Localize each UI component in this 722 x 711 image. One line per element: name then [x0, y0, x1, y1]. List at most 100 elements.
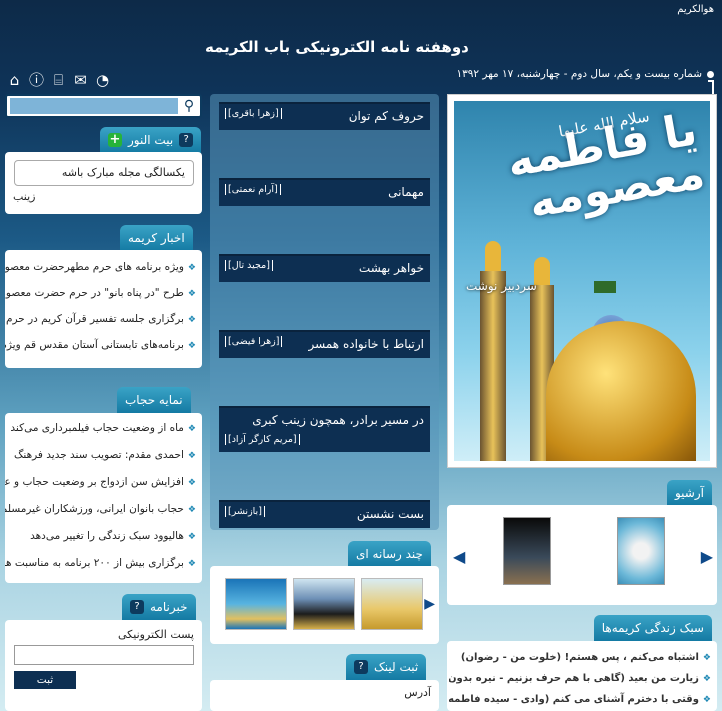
article-title[interactable]: حروف کم توان [349, 109, 424, 123]
add-icon[interactable]: + [108, 133, 122, 147]
bullet-icon: ❖ [187, 505, 196, 515]
list-item-text[interactable]: احمدی مقدم: تصویب سند جدید فرهنگ [14, 449, 184, 461]
lifestyle-title: سبک زندگی کریمه‌ها [601, 621, 704, 635]
article-title[interactable]: ارتباط با خانواده همسر [309, 337, 424, 351]
bullet-icon [707, 70, 714, 78]
article-title[interactable]: در مسیر برادر، همچون زینب کبری [252, 413, 424, 427]
bayt-title: بیت النور [128, 133, 174, 147]
article-item[interactable]: بست نشستن [بازنشر] [219, 500, 430, 528]
help-icon[interactable]: ? [130, 600, 144, 614]
article-title[interactable]: مهمانی [388, 185, 424, 199]
archive-thumbnail[interactable] [503, 517, 551, 585]
article-title[interactable]: بست نشستن [357, 507, 424, 521]
article-item[interactable]: مهمانی [آرام نعمتی] [219, 178, 430, 206]
list-item[interactable]: ❖اشتباه می‌کنم ، پس هستم! (خلوت من - رضو… [449, 647, 711, 668]
email-field[interactable] [14, 645, 194, 665]
article-author: [مریم کارگر آزاد] [225, 434, 300, 445]
link-title: ثبت لینک [374, 660, 419, 674]
hijab-list: ❖ماه از وضعیت حجاب فیلمبرداری می‌کند ❖اح… [5, 413, 202, 583]
bullet-icon: ❖ [187, 341, 196, 351]
media-title: چند رسانه ای [356, 547, 423, 561]
mail-icon[interactable]: ✉ [72, 72, 89, 89]
list-item[interactable]: ❖زیارت من بعید (گاهی با هم حرف بزنیم - ن… [449, 668, 711, 689]
home-icon[interactable]: ⌂ [6, 72, 23, 89]
list-item[interactable]: ❖ویژه برنامه های حرم مطهرحضرت معصومه [5, 254, 202, 280]
hijab-header: نمایه حجاب [117, 387, 191, 413]
help-icon[interactable]: ? [179, 133, 194, 147]
list-item-text[interactable]: حجاب بانوان ایرانی، ورزشکاران غیرمسلمان [5, 503, 184, 515]
media-thumbnail[interactable] [225, 578, 287, 630]
hijab-title: نمایه حجاب [125, 393, 183, 407]
list-item-text[interactable]: زیارت من بعید (گاهی با هم حرف بزنیم - نی… [449, 673, 699, 684]
list-item-text[interactable]: ویژه برنامه های حرم مطهرحضرت معصومه [5, 261, 184, 273]
list-item-text[interactable]: اشتباه می‌کنم ، پس هستم! (خلوت من - رضوا… [461, 652, 699, 663]
list-item-text[interactable]: طرح "در پناه بانو" در حرم حضرت معصومه [5, 287, 184, 299]
bayt-header: ? بیت النور + [100, 127, 202, 153]
next-arrow-icon[interactable]: ▶ [424, 596, 435, 612]
minaret [480, 271, 506, 461]
list-item-text[interactable]: برنامه‌های تابستانی آستان مقدس قم ویژه [5, 339, 184, 351]
link-header: ثبت لینک? [346, 654, 427, 680]
bullet-icon: ❖ [702, 674, 711, 684]
article-item[interactable]: ارتباط با خانواده همسر [زهرا فیضی] [219, 330, 430, 358]
list-item-text[interactable]: وقتی با دخترم آشنای می کنم (وادی - سیده … [449, 694, 699, 705]
hero-image[interactable]: سلام الله علیها یا فاطمه معصومه سردبیر ن… [454, 101, 710, 461]
list-item-text[interactable]: افزایش سن ازدواج بر وضعیت حجاب و عفاف [5, 476, 184, 488]
prev-arrow-icon[interactable]: ◀ [453, 547, 465, 566]
submit-button[interactable]: ثبت [14, 671, 76, 689]
list-item[interactable]: ❖ماه از وضعیت حجاب فیلمبرداری می‌کند [5, 415, 202, 442]
media-thumbnail[interactable] [361, 578, 423, 630]
list-item-text[interactable]: برگزاری جلسه تفسیر قرآن کریم در حرم [6, 313, 184, 325]
info-icon[interactable]: ⓘ [28, 72, 45, 89]
article-item[interactable]: در مسیر برادر، همچون زینب کبری [مریم کارگ… [219, 406, 430, 452]
site-title-text: دوهفته نامه الکترونیکی باب الکریمه [205, 38, 469, 56]
bullet-icon: ❖ [187, 263, 196, 273]
bayt-message: یکسالگی مجله مبارک باشه [14, 160, 194, 186]
article-item[interactable]: خواهر بهشت [مجید تال] [219, 254, 430, 282]
top-label: هوالکریم [677, 4, 714, 15]
list-item[interactable]: ❖وقتی با دخترم آشنای می کنم (وادی - سیده… [449, 689, 711, 710]
bullet-icon: ❖ [187, 559, 196, 569]
help-icon[interactable]: ? [354, 660, 368, 674]
search-icon[interactable]: ⚲ [180, 97, 198, 115]
bayt-author: زینب [13, 190, 36, 203]
list-item[interactable]: ❖برگزاری جلسه تفسیر قرآن کریم در حرم [5, 306, 202, 332]
newsletter-title: خبرنامه [150, 600, 188, 614]
article-author: [مجید تال] [225, 260, 273, 271]
list-item[interactable]: ❖افزایش سن ازدواج بر وضعیت حجاب و عفاف [5, 469, 202, 496]
golden-dome [546, 321, 696, 461]
articles-column: حروف کم توان [زهرا باقری] مهمانی [آرام نعم… [210, 94, 439, 530]
list-item[interactable]: ❖احمدی مقدم: تصویب سند جدید فرهنگ [5, 442, 202, 469]
hero-banner[interactable]: سلام الله علیها یا فاطمه معصومه سردبیر ن… [447, 94, 717, 468]
media-carousel: ▶ [210, 566, 439, 644]
bullet-icon: ❖ [187, 424, 196, 434]
search-input[interactable] [10, 98, 178, 114]
address-label: آدرس [404, 686, 431, 699]
media-thumbnail[interactable] [293, 578, 355, 630]
list-item[interactable]: ❖برنامه‌های تابستانی آستان مقدس قم ویژه [5, 332, 202, 358]
bullet-icon: ❖ [187, 451, 196, 461]
list-item[interactable]: ❖طرح "در پناه بانو" در حرم حضرت معصومه [5, 280, 202, 306]
newsletter-form: پست الکترونیکی ثبت [5, 620, 202, 711]
list-item-text[interactable]: هالیوود سبک زندگی را تغییر می‌دهد [30, 530, 184, 542]
article-title[interactable]: خواهر بهشت [359, 261, 424, 275]
list-item-text[interactable]: ماه از وضعیت حجاب فیلمبرداری می‌کند [10, 422, 184, 434]
article-author: [آرام نعمتی] [225, 184, 281, 195]
rss-icon[interactable]: ◔ [94, 72, 111, 89]
archive-title: آرشیو [674, 486, 704, 500]
issue-text: شماره بیست و یکم، سال دوم - چهارشنبه، ۱۷… [456, 68, 702, 80]
mosque-icon[interactable]: ⌸ [50, 72, 67, 89]
archive-thumbnail[interactable] [617, 517, 665, 585]
next-arrow-icon[interactable]: ▶ [701, 547, 713, 566]
editor-note-link[interactable]: سردبیر نوشت [466, 279, 537, 293]
article-item[interactable]: حروف کم توان [زهرا باقری] [219, 102, 430, 130]
article-author: [زهرا باقری] [225, 108, 282, 119]
flag [594, 281, 616, 293]
list-item[interactable]: ❖هالیوود سبک زندگی را تغییر می‌دهد [5, 523, 202, 550]
bullet-icon: ❖ [187, 478, 196, 488]
archive-header: آرشیو [666, 480, 712, 506]
news-list: ❖ویژه برنامه های حرم مطهرحضرت معصومه ❖طر… [5, 250, 202, 368]
list-item-text[interactable]: برگزاری بیش از ۲۰۰ برنامه به مناسبت هفته [5, 557, 184, 569]
list-item[interactable]: ❖برگزاری بیش از ۲۰۰ برنامه به مناسبت هفت… [5, 550, 202, 577]
list-item[interactable]: ❖حجاب بانوان ایرانی، ورزشکاران غیرمسلمان [5, 496, 202, 523]
